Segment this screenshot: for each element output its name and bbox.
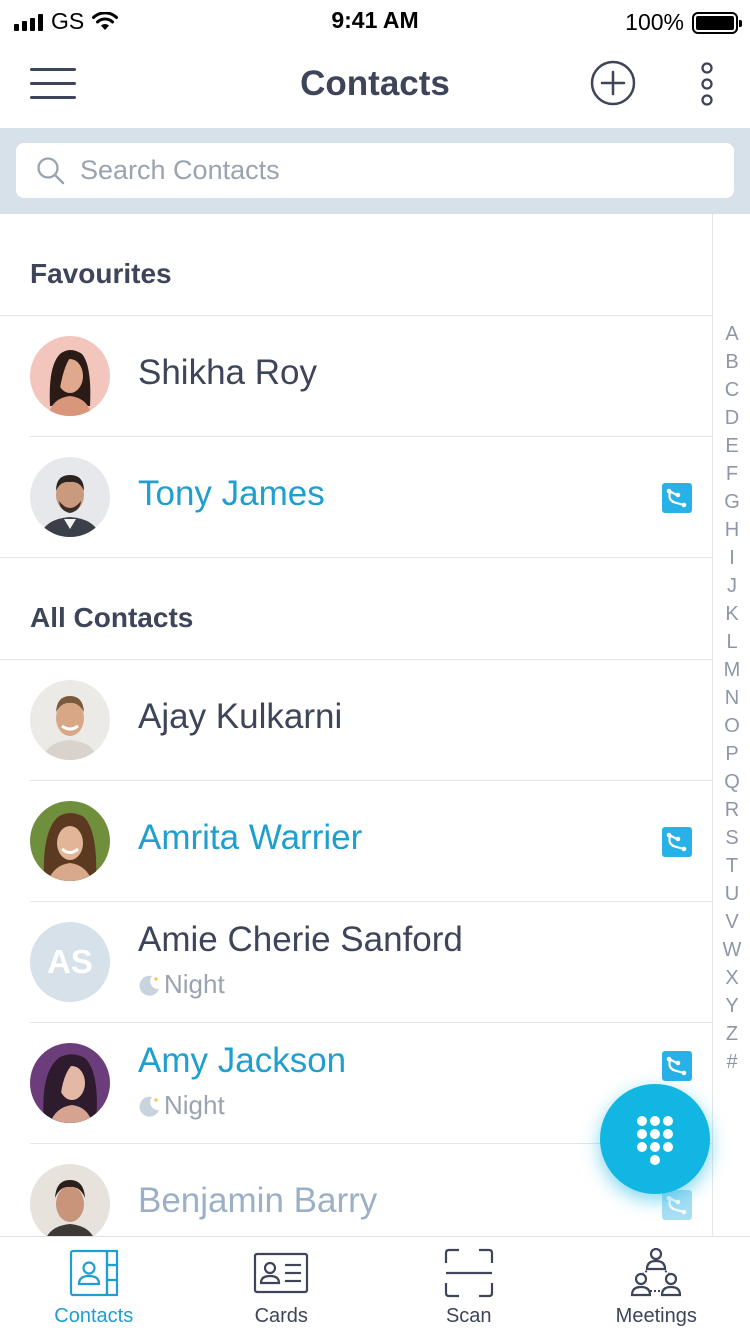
meetings-group-icon <box>631 1247 682 1297</box>
dialpad-button[interactable] <box>600 1084 710 1194</box>
tab-label: Cards <box>254 1305 308 1327</box>
contact-name[interactable]: Amy Jackson <box>138 1041 346 1081</box>
tab-contacts[interactable]: Contacts <box>0 1237 188 1334</box>
alphabet-index-letter[interactable]: I <box>713 544 750 572</box>
alphabet-index-letter[interactable]: W <box>713 936 750 964</box>
contact-row[interactable]: Shikha Roy <box>0 316 712 437</box>
app-link-icon[interactable] <box>662 1190 692 1220</box>
tab-bar: Contacts Cards Scan Meetings <box>0 1236 750 1334</box>
alphabet-index-letter[interactable]: J <box>713 572 750 600</box>
alphabet-index-letter[interactable]: # <box>713 1048 750 1076</box>
status-label: Night <box>164 969 225 999</box>
alphabet-index-letter[interactable]: T <box>713 852 750 880</box>
alphabet-index-letter[interactable]: Q <box>713 768 750 796</box>
contact-name[interactable]: Shikha Roy <box>138 353 317 393</box>
battery-percentage: 100% <box>625 9 684 35</box>
avatar[interactable] <box>30 336 110 416</box>
scan-frame-icon <box>444 1248 493 1298</box>
contact-name[interactable]: Amie Cherie Sanford <box>138 920 463 960</box>
tab-meetings[interactable]: Meetings <box>563 1237 750 1334</box>
alphabet-index-letter[interactable]: C <box>713 376 750 404</box>
hamburger-menu-icon[interactable] <box>30 66 76 102</box>
tab-scan[interactable]: Scan <box>375 1237 563 1334</box>
navigation-bar: Contacts <box>0 44 750 128</box>
status-label: Night <box>164 1090 225 1120</box>
avatar[interactable] <box>30 1043 110 1123</box>
contact-row[interactable]: Ajay Kulkarni <box>0 660 712 781</box>
alphabet-index-letter[interactable]: G <box>713 488 750 516</box>
app-link-icon[interactable] <box>662 1051 692 1081</box>
alphabet-index-letter[interactable]: O <box>713 712 750 740</box>
contact-row[interactable]: Amrita Warrier <box>0 781 712 902</box>
alphabet-index-letter[interactable]: F <box>713 460 750 488</box>
section-title: Favourites <box>30 258 172 289</box>
contact-row[interactable]: AS Amie Cherie Sanford Night <box>0 902 712 1023</box>
avatar[interactable] <box>30 457 110 537</box>
search-box[interactable] <box>16 143 734 198</box>
more-vertical-icon <box>701 62 713 106</box>
tab-cards[interactable]: Cards <box>188 1237 376 1334</box>
alphabet-index-letter[interactable]: M <box>713 656 750 684</box>
contact-status: Night <box>138 969 225 1000</box>
alphabet-index[interactable]: A B C D E F G H I J K L M N O P Q R S T U V W X Y Z # <box>712 214 750 1236</box>
avatar[interactable] <box>30 801 110 881</box>
alphabet-index-letter[interactable]: H <box>713 516 750 544</box>
tab-label: Meetings <box>615 1305 697 1327</box>
alphabet-index-letter[interactable]: X <box>713 964 750 992</box>
avatar-initials[interactable]: AS <box>30 922 110 1002</box>
contact-name[interactable]: Amrita Warrier <box>138 818 362 858</box>
contact-name[interactable]: Benjamin Barry <box>138 1181 377 1221</box>
alphabet-index-letter[interactable]: Z <box>713 1020 750 1048</box>
alphabet-index-letter[interactable]: B <box>713 348 750 376</box>
alphabet-index-letter[interactable]: R <box>713 796 750 824</box>
contacts-book-icon <box>69 1249 118 1297</box>
tab-label: Contacts <box>54 1305 134 1327</box>
contact-status: Night <box>138 1090 225 1121</box>
contact-name[interactable]: Tony James <box>138 474 325 514</box>
more-options-button[interactable] <box>693 62 721 106</box>
alphabet-index-letter[interactable]: V <box>713 908 750 936</box>
status-bar: GS 9:41 AM 100% <box>0 0 750 44</box>
alphabet-index-letter[interactable]: A <box>713 320 750 348</box>
add-contact-button[interactable] <box>590 60 636 106</box>
add-circle-icon <box>590 60 636 106</box>
alphabet-index-letter[interactable]: D <box>713 404 750 432</box>
page-title: Contacts <box>300 64 450 103</box>
avatar[interactable] <box>30 680 110 760</box>
app-link-icon[interactable] <box>662 483 692 513</box>
alphabet-index-letter[interactable]: L <box>713 628 750 656</box>
alphabet-index-letter[interactable]: K <box>713 600 750 628</box>
alphabet-index-letter[interactable]: N <box>713 684 750 712</box>
tab-label: Scan <box>445 1305 492 1327</box>
contact-row[interactable]: Tony James <box>0 437 712 558</box>
alphabet-index-letter[interactable]: U <box>713 880 750 908</box>
alphabet-index-letter[interactable]: E <box>713 432 750 460</box>
moon-icon <box>139 975 159 996</box>
contact-name[interactable]: Ajay Kulkarni <box>138 697 342 737</box>
section-header-favourites: Favourites <box>0 214 712 316</box>
avatar[interactable] <box>30 1164 110 1236</box>
search-input[interactable] <box>80 155 680 186</box>
alphabet-index-letter[interactable]: P <box>713 740 750 768</box>
search-icon <box>37 156 65 184</box>
battery-icon <box>692 11 742 34</box>
section-title: All Contacts <box>30 602 194 633</box>
alphabet-index-letter[interactable]: Y <box>713 992 750 1020</box>
dialpad-icon <box>637 1116 673 1165</box>
contacts-list[interactable]: Favourites Shikha Roy Tony James All Con… <box>0 214 712 1236</box>
search-area <box>0 128 750 214</box>
business-card-icon <box>254 1252 309 1294</box>
section-header-all-contacts: All Contacts <box>0 558 712 660</box>
alphabet-index-letter[interactable]: S <box>713 824 750 852</box>
moon-icon <box>139 1096 159 1117</box>
app-link-icon[interactable] <box>662 827 692 857</box>
